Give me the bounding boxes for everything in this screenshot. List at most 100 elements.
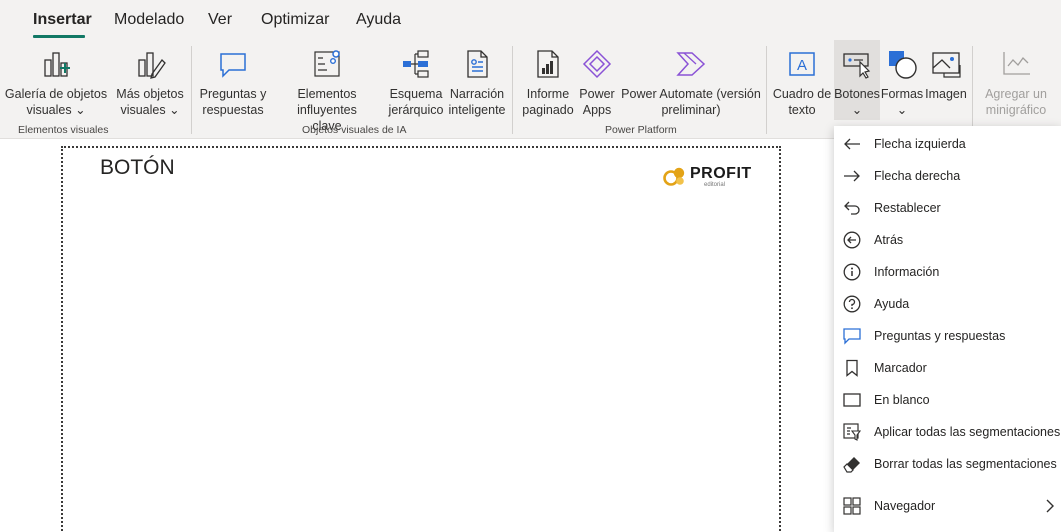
text-box-button[interactable]: A Cuadro de texto: [772, 40, 832, 120]
group-divider: [191, 46, 192, 134]
image-label-1: Imagen: [925, 87, 967, 101]
ribbon-tabs: Insertar Modelado Ver Optimizar Ayuda: [0, 0, 1061, 40]
menu-item-qa[interactable]: Preguntas y respuestas: [834, 320, 1061, 352]
tab-insertar[interactable]: Insertar: [33, 11, 92, 29]
power-apps-button[interactable]: Power Apps: [577, 40, 617, 120]
add-sparkline-label-1: Agregar un: [985, 87, 1047, 101]
blank-icon: [843, 393, 861, 407]
more-visuals-label-2: visuales ⌄: [120, 103, 180, 117]
menu-item-help[interactable]: Ayuda: [834, 288, 1061, 320]
group-divider: [766, 46, 767, 134]
logo-subtitle: editorial: [704, 182, 726, 188]
menu-item-arrow-left[interactable]: Flecha izquierda: [834, 128, 1061, 160]
power-automate-label-1: Power Automate (versión: [621, 87, 761, 101]
report-page[interactable]: BOTÓN PROFIT editorial: [61, 146, 781, 532]
info-icon: [843, 263, 861, 281]
decomposition-tree-icon: [403, 50, 429, 78]
qa-button[interactable]: Preguntas y respuestas: [198, 40, 268, 120]
menu-item-label: Marcador: [874, 361, 927, 375]
menu-item-label: Atrás: [874, 233, 904, 247]
help-icon: [843, 295, 861, 313]
tab-modelado[interactable]: Modelado: [114, 11, 184, 29]
menu-item-information[interactable]: Información: [834, 256, 1061, 288]
menu-item-label: Restablecer: [874, 201, 941, 215]
qa-label-2: respuestas: [202, 103, 264, 117]
menu-item-label: Preguntas y respuestas: [874, 329, 1006, 343]
power-apps-icon: [582, 49, 612, 79]
menu-item-bookmark[interactable]: Marcador: [834, 352, 1061, 384]
power-apps-label-2: Apps: [582, 103, 612, 117]
menu-item-label: Información: [874, 265, 940, 279]
buttons-button[interactable]: Botones ⌄: [834, 40, 880, 120]
power-automate-button[interactable]: Power Automate (versión preliminar): [617, 40, 765, 120]
group-divider: [972, 46, 973, 134]
smart-narrative-label-1: Narración: [449, 87, 505, 101]
visual-gallery-icon: [44, 52, 70, 77]
menu-item-label: Ayuda: [874, 297, 910, 311]
paginated-report-label-2: paginado: [522, 103, 574, 117]
paginated-report-button[interactable]: Informe paginado: [519, 40, 577, 120]
tab-ver[interactable]: Ver: [208, 11, 232, 29]
smart-narrative-icon: [467, 50, 488, 78]
paginated-report-icon: [537, 50, 559, 78]
clear-slicers-icon: [843, 457, 860, 473]
more-visuals-label-1: Más objetos: [116, 87, 184, 101]
menu-item-label: Aplicar todas las segmentaciones: [874, 425, 1061, 439]
menu-item-arrow-right[interactable]: Flecha derecha: [834, 160, 1061, 192]
qa-icon: [843, 328, 861, 345]
paginated-report-label-1: Informe: [526, 87, 570, 101]
qa-icon: [220, 53, 246, 78]
menu-item-back[interactable]: Atrás: [834, 224, 1061, 256]
menu-item-clear-slicers[interactable]: Borrar todas las segmentaciones: [834, 448, 1061, 480]
buttons-icon: [843, 53, 871, 79]
active-tab-indicator: [33, 35, 85, 38]
visual-gallery-label-2: visuales ⌄: [26, 103, 86, 117]
ribbon: Galería de objetos visuales ⌄ Más objeto…: [0, 40, 1061, 139]
menu-item-label: Flecha derecha: [874, 169, 961, 183]
power-automate-label-2: preliminar): [661, 103, 721, 117]
shapes-icon: [889, 51, 917, 79]
power-apps-label-1: Power: [579, 87, 615, 101]
sparkline-icon: [1003, 52, 1030, 75]
group-label-ai: Objetos visuales de IA: [302, 124, 407, 136]
smart-narrative-label-2: inteligente: [448, 103, 506, 117]
image-button[interactable]: Imagen: [924, 40, 968, 120]
key-influencers-button[interactable]: Elementos influyentes clave: [268, 40, 386, 133]
smart-narrative-button[interactable]: Narración inteligente: [446, 40, 508, 120]
text-box-label-1: Cuadro de: [772, 87, 832, 101]
more-visuals-button[interactable]: Más objetos visuales ⌄: [112, 40, 188, 120]
add-sparkline-button[interactable]: Agregar un minigráfico: [980, 40, 1052, 120]
tab-optimizar[interactable]: Optimizar: [261, 11, 329, 29]
arrow-left-icon: [844, 138, 860, 150]
menu-item-reset[interactable]: Restablecer: [834, 192, 1061, 224]
add-sparkline-label-2: minigráfico: [985, 103, 1047, 117]
visual-gallery-button[interactable]: Galería de objetos visuales ⌄: [0, 40, 112, 120]
menu-item-apply-slicers[interactable]: Aplicar todas las segmentaciones: [834, 416, 1061, 448]
decomposition-tree-button[interactable]: Esquema jerárquico: [386, 40, 446, 120]
buttons-label-1: Botones: [834, 87, 880, 101]
chevron-right-icon: [1046, 499, 1054, 513]
back-icon: [843, 231, 861, 249]
profit-logo: PROFIT editorial: [663, 165, 763, 188]
qa-label-1: Preguntas y: [199, 87, 267, 101]
group-label-power: Power Platform: [605, 124, 677, 136]
menu-item-navigator[interactable]: Navegador: [834, 490, 1061, 522]
svg-text:A: A: [797, 57, 807, 74]
menu-item-label: Flecha izquierda: [874, 137, 966, 151]
tab-ayuda[interactable]: Ayuda: [356, 11, 401, 29]
shapes-button[interactable]: Formas ⌄: [880, 40, 924, 120]
key-influencers-label-1: Elementos influyentes: [297, 87, 357, 117]
menu-item-label: Navegador: [874, 499, 936, 513]
apply-slicers-icon: [843, 423, 861, 441]
decomposition-tree-label-1: Esquema: [389, 87, 443, 101]
menu-item-blank[interactable]: En blanco: [834, 384, 1061, 416]
profit-logo-icon: [663, 167, 685, 186]
arrow-right-icon: [844, 170, 860, 182]
image-icon: [932, 52, 961, 78]
power-automate-icon: [676, 52, 706, 76]
visual-gallery-label-1: Galería de objetos: [4, 87, 108, 101]
more-visuals-icon: [138, 52, 166, 79]
logo-wordmark: PROFIT: [690, 165, 752, 182]
navigator-icon: [843, 497, 861, 515]
buttons-label-2: ⌄: [851, 103, 863, 117]
